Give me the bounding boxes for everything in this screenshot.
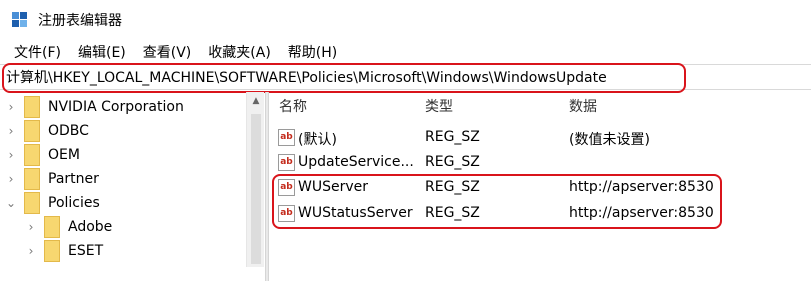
tree-item-adobe[interactable]: › Adobe: [24, 215, 112, 239]
scroll-up-arrow-icon[interactable]: ▲: [247, 92, 265, 110]
tree-item-eset[interactable]: › ESET: [24, 239, 103, 263]
tree-item-oem[interactable]: › OEM: [4, 143, 80, 167]
folder-icon: [44, 216, 60, 238]
folder-icon: [44, 240, 60, 262]
title-bar: 注册表编辑器: [0, 0, 811, 40]
column-header-type[interactable]: 类型: [425, 96, 453, 118]
chevron-right-icon[interactable]: ›: [4, 148, 18, 162]
tree-item-label: Policies: [48, 195, 100, 211]
values-highlight-box: [272, 174, 722, 229]
folder-icon: [24, 96, 40, 118]
chevron-right-icon[interactable]: ›: [24, 244, 38, 258]
chevron-down-icon[interactable]: ⌄: [4, 196, 18, 210]
tree-item-label: Partner: [48, 171, 99, 187]
value-type: REG_SZ: [425, 129, 480, 145]
registry-editor-icon: [12, 12, 28, 28]
column-header-data[interactable]: 数据: [569, 96, 597, 118]
window-title: 注册表编辑器: [38, 13, 122, 29]
tree-item-policies[interactable]: ⌄ Policies: [4, 191, 100, 215]
tree-item-partner[interactable]: › Partner: [4, 167, 99, 191]
value-row[interactable]: ab UpdateService... REG_SZ: [270, 150, 811, 174]
tree-item-label: NVIDIA Corporation: [48, 99, 184, 115]
column-header-name[interactable]: 名称: [279, 96, 307, 118]
menu-help[interactable]: 帮助(H): [282, 42, 343, 62]
value-data: (数值未设置): [569, 132, 650, 148]
tree-item-label: ESET: [68, 243, 104, 259]
tree-item-nvidia[interactable]: › NVIDIA Corporation: [4, 95, 184, 119]
chevron-right-icon[interactable]: ›: [4, 172, 18, 186]
tree-item-label: Adobe: [68, 219, 113, 235]
value-name: UpdateService...: [298, 154, 414, 170]
folder-icon: [24, 192, 40, 214]
string-value-icon: ab: [278, 154, 295, 171]
string-value-icon: ab: [278, 129, 295, 146]
address-highlight-box: [2, 63, 686, 93]
menu-file[interactable]: 文件(F): [8, 42, 67, 62]
menu-view[interactable]: 查看(V): [137, 42, 198, 62]
pane-splitter[interactable]: [265, 92, 269, 281]
menu-favorites[interactable]: 收藏夹(A): [202, 42, 277, 62]
tree-item-odbc[interactable]: › ODBC: [4, 119, 89, 143]
tree-item-label: ODBC: [48, 123, 89, 139]
menu-edit[interactable]: 编辑(E): [72, 42, 132, 62]
tree-scrollbar[interactable]: ▲: [246, 92, 264, 267]
menu-bar: 文件(F) 编辑(E) 查看(V) 收藏夹(A) 帮助(H): [0, 40, 811, 64]
value-name: (默认): [298, 132, 337, 148]
value-row[interactable]: ab (默认) REG_SZ (数值未设置): [270, 125, 811, 149]
scrollbar-thumb[interactable]: [251, 114, 261, 264]
chevron-right-icon[interactable]: ›: [4, 124, 18, 138]
folder-icon: [24, 120, 40, 142]
value-type: REG_SZ: [425, 154, 480, 170]
tree-item-label: OEM: [48, 147, 80, 163]
folder-icon: [24, 144, 40, 166]
key-tree: › NVIDIA Corporation › ODBC › OEM › Part…: [0, 92, 246, 281]
folder-icon: [24, 168, 40, 190]
chevron-right-icon[interactable]: ›: [4, 100, 18, 114]
chevron-right-icon[interactable]: ›: [24, 220, 38, 234]
